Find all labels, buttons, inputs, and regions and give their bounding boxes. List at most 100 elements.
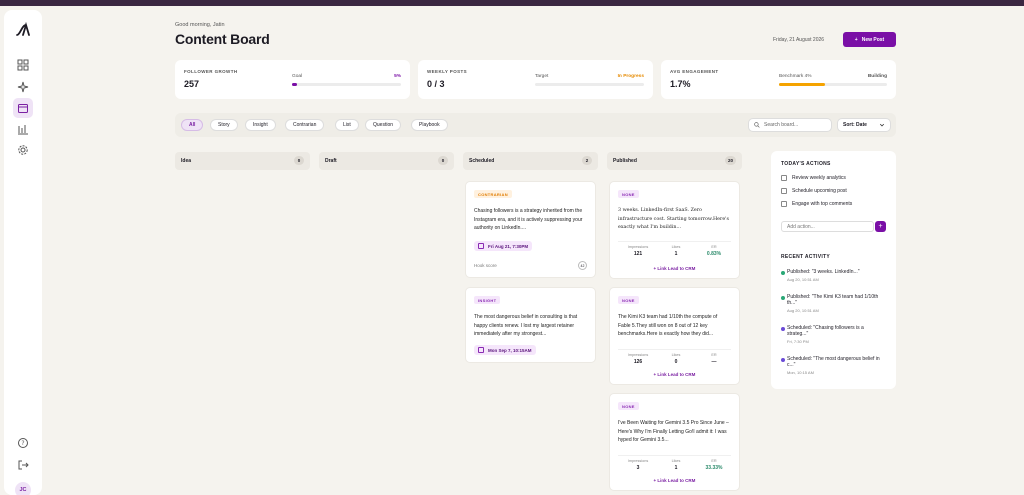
stat-label: ER bbox=[711, 353, 717, 357]
link-lead-button[interactable]: + Link Lead to CRM bbox=[610, 372, 739, 377]
add-action-button[interactable]: + bbox=[875, 221, 886, 232]
column-published: Published 20 bbox=[607, 152, 742, 170]
search-icon bbox=[754, 122, 760, 128]
help-icon[interactable]: ? bbox=[13, 433, 33, 453]
metric-avg-engagement: AVG ENGAGEMENT 1.7% Benchmark 4% Buildin… bbox=[661, 60, 896, 99]
post-card[interactable]: NONE 3 weeks. LinkedIn-first SaaS. Zero … bbox=[609, 181, 740, 279]
schedule-date[interactable]: Mon Sep 7, 10:15AM bbox=[474, 345, 536, 355]
schedule-date-text: Mon Sep 7, 10:15AM bbox=[488, 347, 532, 353]
stat-value: 1 bbox=[674, 465, 678, 471]
action-item[interactable]: Review weekly analytics bbox=[781, 175, 846, 181]
column-scheduled: Scheduled 2 bbox=[463, 152, 598, 170]
activity-time: Fri, 7:30 PM bbox=[787, 339, 809, 344]
post-card[interactable]: INSIGHT The most dangerous belief in con… bbox=[465, 287, 596, 363]
sparkle-icon[interactable] bbox=[13, 77, 33, 97]
column-name: Scheduled bbox=[469, 158, 495, 164]
add-action-input[interactable]: Add action... bbox=[781, 221, 874, 232]
stat-label: Impressions bbox=[627, 353, 649, 357]
metric-sub-label: Target bbox=[535, 74, 549, 79]
stat-value: 1 bbox=[674, 251, 678, 257]
stat-value: 121 bbox=[633, 251, 643, 257]
stat-value: 33.33% bbox=[705, 465, 723, 471]
search-input[interactable]: Search board... bbox=[748, 118, 832, 132]
stat-value: — bbox=[711, 359, 717, 365]
post-tag: NONE bbox=[618, 402, 639, 410]
metric-sub-value: Building bbox=[867, 74, 887, 79]
post-tag: NONE bbox=[618, 296, 639, 304]
settings-icon[interactable] bbox=[13, 140, 33, 160]
schedule-date[interactable]: Fri Aug 21, 7:30PM bbox=[474, 241, 533, 251]
activity-time: Aug 20, 10:51 AM bbox=[787, 277, 819, 282]
sort-label: Sort: Date bbox=[843, 122, 867, 128]
column-count: 0 bbox=[294, 156, 304, 165]
filter-chip-contrarian[interactable]: Contrarian bbox=[285, 119, 325, 131]
todays-actions-title: TODAY'S ACTIONS bbox=[781, 161, 831, 167]
stat-value: 3 bbox=[636, 465, 640, 471]
activity-text: Scheduled: "Chasing followers is a strat… bbox=[787, 325, 864, 337]
checkbox[interactable] bbox=[781, 175, 787, 181]
stat-label: Likes bbox=[671, 459, 681, 463]
calendar-icon bbox=[478, 347, 484, 353]
filter-chip-insight[interactable]: Insight bbox=[245, 119, 276, 131]
new-post-label: New Post bbox=[861, 36, 885, 43]
stat-label: ER bbox=[711, 245, 717, 249]
filter-chip-all[interactable]: All bbox=[181, 119, 204, 131]
checkbox[interactable] bbox=[781, 201, 787, 207]
activity-dot bbox=[781, 296, 785, 300]
svg-text:?: ? bbox=[21, 440, 24, 447]
post-stats: Impressions 126 Likes 0 ER — bbox=[618, 349, 731, 371]
link-lead-button[interactable]: + Link Lead to CRM bbox=[610, 266, 739, 271]
metric-follower-growth: FOLLOWER GROWTH 257 Goal 5% bbox=[175, 60, 410, 99]
filter-chip-question[interactable]: Question bbox=[365, 119, 402, 131]
action-item-label: Schedule upcoming post bbox=[792, 188, 847, 194]
new-post-button[interactable]: + New Post bbox=[843, 32, 896, 47]
column-draft: Draft 0 bbox=[319, 152, 454, 170]
stat-label: Likes bbox=[671, 353, 681, 357]
column-name: Draft bbox=[325, 158, 337, 164]
dashboard-icon[interactable] bbox=[13, 55, 33, 75]
avatar[interactable]: JC bbox=[15, 482, 31, 495]
action-item[interactable]: Engage with top comments bbox=[781, 201, 852, 207]
sort-select[interactable]: Sort: Date bbox=[837, 118, 891, 132]
link-lead-button[interactable]: + Link Lead to CRM bbox=[610, 478, 739, 483]
post-preview: Chasing followers is a strategy inherite… bbox=[474, 208, 583, 231]
metric-progress-fill bbox=[779, 83, 826, 86]
column-count: 2 bbox=[582, 156, 592, 165]
stat-impressions: Impressions 3 bbox=[618, 459, 658, 471]
checkbox[interactable] bbox=[781, 188, 787, 194]
stat-label: Impressions bbox=[627, 459, 649, 463]
action-item[interactable]: Schedule upcoming post bbox=[781, 188, 847, 194]
column-idea: Idea 0 bbox=[175, 152, 310, 170]
metric-label: AVG ENGAGEMENT bbox=[670, 69, 719, 74]
analytics-icon[interactable] bbox=[13, 119, 33, 139]
metric-sub-value: 5% bbox=[394, 74, 401, 79]
post-card[interactable]: NONE The Kimi K3 team had 1/10th the com… bbox=[609, 287, 740, 385]
stat-likes: Likes 0 bbox=[656, 353, 696, 365]
post-card[interactable]: CONTRARIAN Chasing followers is a strate… bbox=[465, 181, 596, 278]
activity-item: Published: "The Kimi K3 team had 1/10th … bbox=[781, 294, 886, 313]
post-stats: Impressions 3 Likes 1 ER 33.33% bbox=[618, 455, 731, 477]
post-card[interactable]: NONE I've Been Waiting for Gemini 3.5 Pr… bbox=[609, 393, 740, 491]
calendar-icon[interactable] bbox=[13, 98, 33, 118]
filter-bar: All Story Insight Contrarian List Questi… bbox=[175, 113, 896, 137]
schedule-date-text: Fri Aug 21, 7:30PM bbox=[488, 243, 529, 249]
action-item-label: Review weekly analytics bbox=[792, 175, 846, 181]
activity-item: Scheduled: "The most dangerous belief in… bbox=[781, 356, 886, 375]
activity-text: Scheduled: "The most dangerous belief in… bbox=[787, 356, 880, 368]
page-title: Content Board bbox=[175, 31, 270, 47]
logo-icon[interactable] bbox=[15, 21, 31, 38]
activity-dot bbox=[781, 327, 785, 331]
hook-score: 42 bbox=[578, 261, 587, 270]
logout-icon[interactable] bbox=[13, 455, 33, 475]
stat-impressions: Impressions 126 bbox=[618, 353, 658, 365]
hook-score-label: Hook score bbox=[474, 263, 497, 268]
post-stats: Impressions 121 Likes 1 ER 0.83% bbox=[618, 241, 731, 263]
activity-text: Published: "The Kimi K3 team had 1/10th … bbox=[787, 294, 879, 306]
filter-chip-story[interactable]: Story bbox=[210, 119, 238, 131]
filter-chip-playbook[interactable]: Playbook bbox=[411, 119, 448, 131]
post-tag: INSIGHT bbox=[474, 296, 501, 304]
metric-progress-bar bbox=[292, 83, 401, 86]
filter-chip-list[interactable]: List bbox=[335, 119, 359, 131]
actions-panel: TODAY'S ACTIONS Review weekly analytics … bbox=[771, 151, 896, 389]
post-tag: CONTRARIAN bbox=[474, 190, 512, 198]
